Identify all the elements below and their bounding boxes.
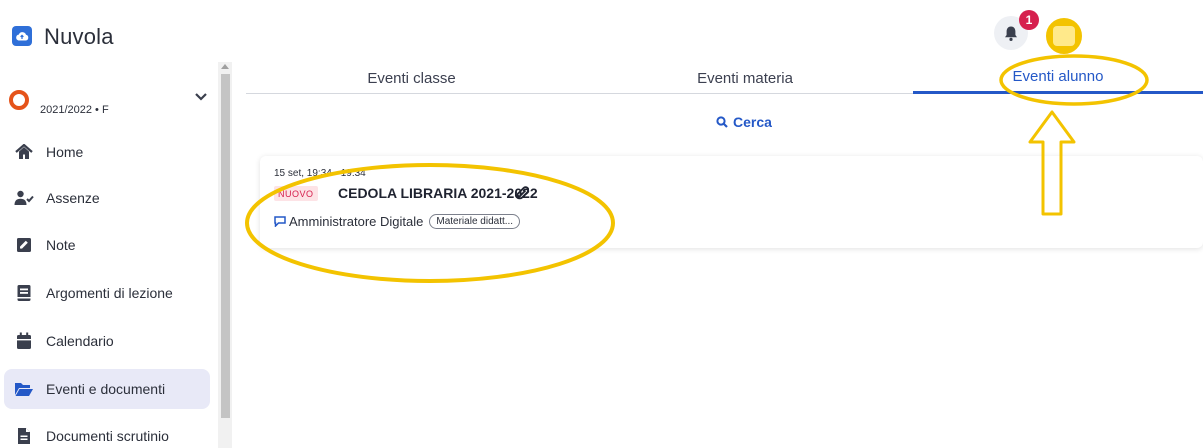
sidebar-item-eventi-documenti[interactable]: Eventi e documenti <box>4 369 210 409</box>
sidebar-item-label: Documenti scrutinio <box>46 428 169 444</box>
events-tabs: Eventi classe Eventi materia Eventi alun… <box>246 62 1203 94</box>
folder-open-icon <box>4 381 44 397</box>
cloud-logo-icon[interactable] <box>12 26 32 46</box>
scroll-up-arrow-icon[interactable] <box>221 64 229 69</box>
main-content: Eventi classe Eventi materia Eventi alun… <box>232 62 1203 448</box>
sidebar-item-calendario[interactable]: Calendario <box>4 321 210 361</box>
app-title[interactable]: Nuvola <box>44 24 114 50</box>
event-author-row: Amministratore Digitale Materiale didatt… <box>274 214 521 229</box>
sidebar-item-assenze[interactable]: Assenze <box>4 178 210 218</box>
chat-icon <box>274 216 286 227</box>
sidebar-item-label: Home <box>46 144 84 160</box>
event-title[interactable]: CEDOLA LIBRARIA 2021-2022 <box>338 185 538 201</box>
category-tag[interactable]: Materiale didatt... <box>429 214 521 229</box>
sidebar-item-argomenti[interactable]: Argomenti di lezione <box>4 273 210 313</box>
bell-icon <box>1005 26 1017 41</box>
document-icon <box>4 427 44 445</box>
sidebar-scrollbar-thumb[interactable] <box>221 74 230 418</box>
tab-eventi-alunno[interactable]: Eventi alunno <box>913 62 1203 94</box>
year-label: 2021/2022 • F <box>40 104 109 116</box>
sidebar-item-label: Calendario <box>46 333 114 349</box>
sidebar-item-label: Argomenti di lezione <box>46 285 173 301</box>
sidebar-item-note[interactable]: Note <box>4 225 210 265</box>
search-icon <box>716 116 728 128</box>
search-label: Cerca <box>733 114 772 130</box>
calendar-icon <box>4 332 44 350</box>
search-button[interactable]: Cerca <box>716 114 772 130</box>
tab-eventi-classe[interactable]: Eventi classe <box>246 62 577 94</box>
top-bar: Nuvola 1 <box>0 0 1203 62</box>
tab-eventi-materia[interactable]: Eventi materia <box>577 62 913 94</box>
ring-icon <box>9 90 29 110</box>
paperclip-icon[interactable] <box>515 186 529 201</box>
chevron-down-icon[interactable] <box>194 92 208 102</box>
home-icon <box>4 144 44 160</box>
sidebar: 2021/2022 • F Home Assenze Note Argoment… <box>0 62 232 448</box>
sidebar-item-label: Note <box>46 237 76 253</box>
avatar-image <box>1053 26 1075 46</box>
new-badge: NUOVO <box>274 186 318 201</box>
app-window: Nuvola 1 2021/2022 • F Home Assenze Note… <box>0 0 1203 448</box>
year-selector[interactable]: 2021/2022 • F <box>0 82 218 126</box>
user-avatar[interactable] <box>1046 18 1082 54</box>
event-author: Amministratore Digitale <box>289 214 424 229</box>
event-card[interactable]: 15 set, 19:34 - 19:34 NUOVO CEDOLA LIBRA… <box>260 156 1203 248</box>
user-check-icon <box>4 190 44 206</box>
book-icon <box>4 284 44 302</box>
sidebar-item-label: Assenze <box>46 190 100 206</box>
notification-badge: 1 <box>1019 10 1039 30</box>
sidebar-item-documenti-scrutinio[interactable]: Documenti scrutinio <box>4 416 210 448</box>
event-date: 15 set, 19:34 - 19:34 <box>274 168 366 179</box>
sidebar-item-label: Eventi e documenti <box>46 381 166 397</box>
sidebar-item-home[interactable]: Home <box>4 132 210 172</box>
note-icon <box>4 237 44 253</box>
